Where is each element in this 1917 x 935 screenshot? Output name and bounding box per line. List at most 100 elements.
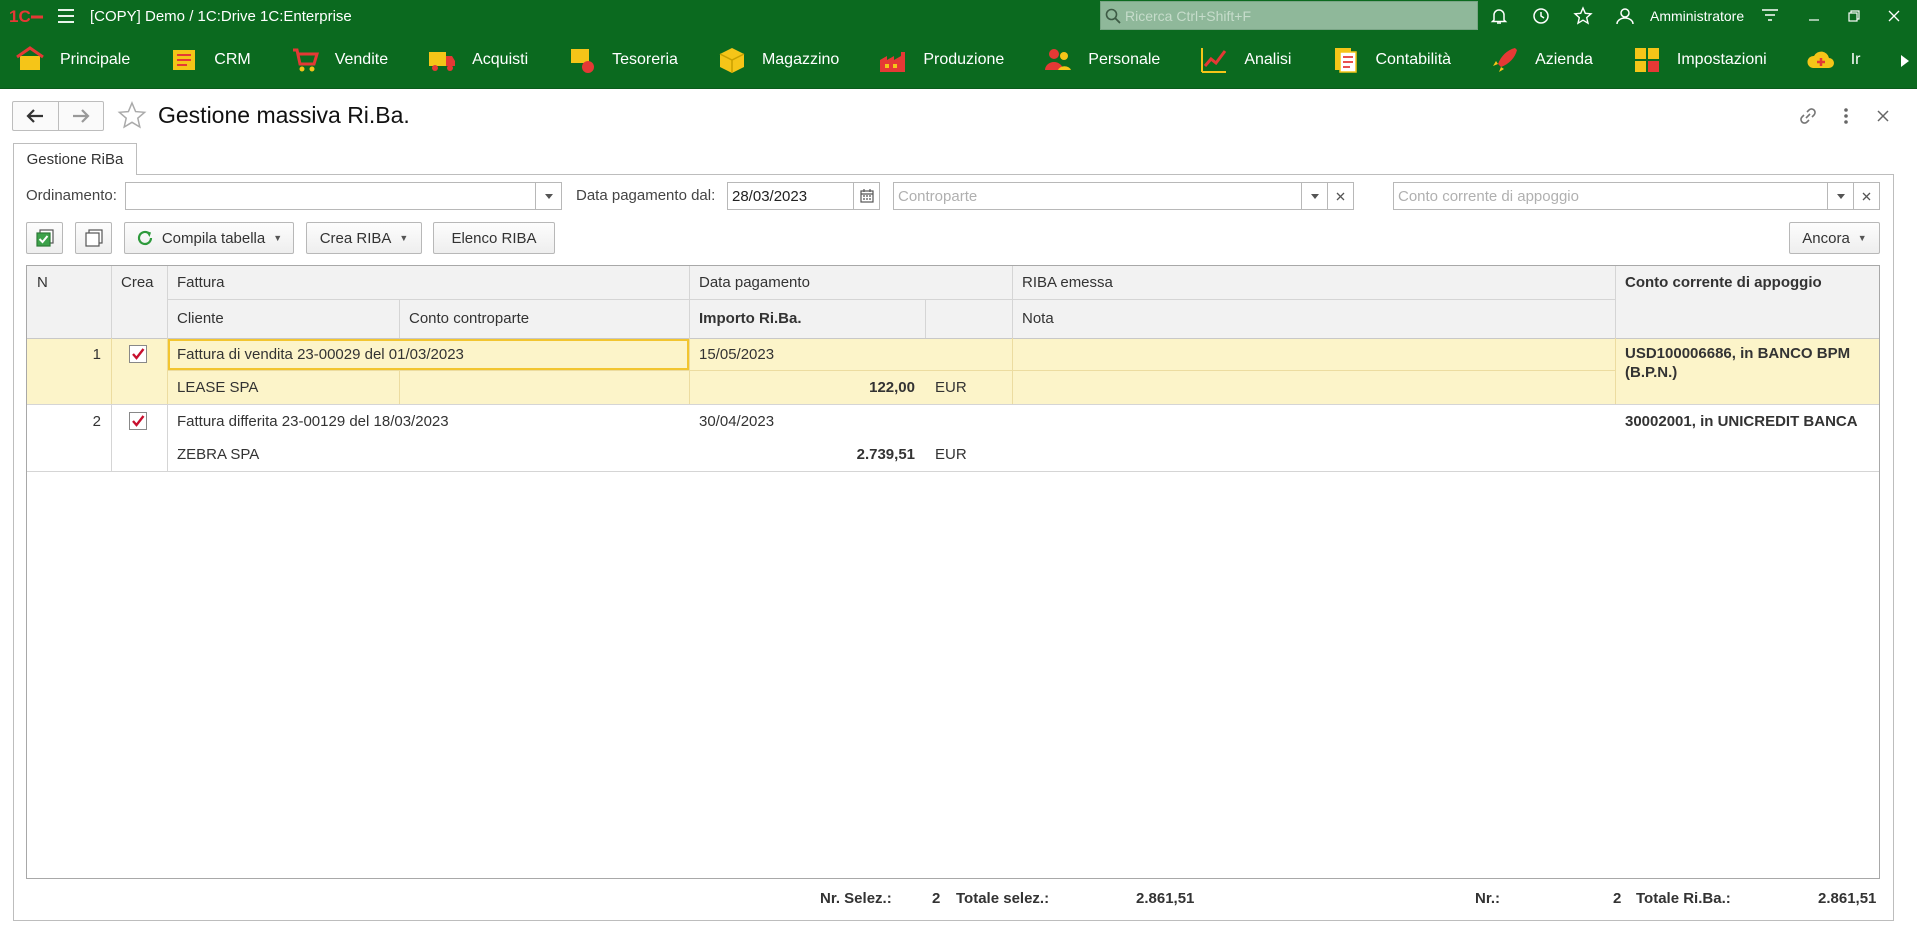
select-all-button[interactable] <box>26 222 63 254</box>
header-data-pagamento[interactable]: Data pagamento <box>699 266 810 299</box>
user-name[interactable]: Amministratore <box>1650 0 1744 32</box>
section-crm[interactable]: CRM <box>150 32 251 88</box>
row2-crea-checkbox[interactable] <box>129 412 147 430</box>
ancora-label: Ancora <box>1802 229 1850 247</box>
close-form-icon[interactable] <box>1870 103 1896 129</box>
section-label: Tesoreria <box>612 51 678 68</box>
conto-dropdown-icon[interactable] <box>1827 183 1853 209</box>
search-input[interactable] <box>1125 7 1465 24</box>
header-importo[interactable]: Importo Ri.Ba. <box>699 299 802 338</box>
controparte-clear-icon[interactable] <box>1327 183 1353 209</box>
forward-button[interactable] <box>59 102 104 130</box>
section-ir[interactable]: Ir <box>1787 32 1861 88</box>
section-magazzino[interactable]: Magazzino <box>698 32 840 88</box>
row2-valuta: EUR <box>935 446 967 463</box>
user-icon[interactable] <box>1607 0 1643 32</box>
history-icon[interactable] <box>1523 0 1559 32</box>
section-impostazioni[interactable]: Impostazioni <box>1613 32 1767 88</box>
section-label: Magazzino <box>761 51 840 68</box>
header-riba-emessa[interactable]: RIBA emessa <box>1022 266 1113 299</box>
ordinamento-field[interactable] <box>125 182 562 210</box>
global-search[interactable] <box>1100 1 1478 30</box>
section-label: Acquisti <box>472 51 529 68</box>
section-analisi[interactable]: Analisi <box>1180 32 1291 88</box>
section-personale[interactable]: Personale <box>1024 32 1160 88</box>
row1-fattura[interactable]: Fattura di vendita 23-00029 del 01/03/20… <box>177 338 464 371</box>
main-menu-icon[interactable] <box>52 0 80 32</box>
section-azienda[interactable]: Azienda <box>1471 32 1593 88</box>
header-conto-appoggio[interactable]: Conto corrente di appoggio <box>1625 266 1822 299</box>
header-crea[interactable]: Crea <box>121 266 154 299</box>
row1-conto[interactable]: USD100006686, in BANCO BPM (B.P.N.) <box>1625 344 1875 382</box>
section-produzione[interactable]: Produzione <box>859 32 1004 88</box>
row2-cliente[interactable]: ZEBRA SPA <box>177 438 259 471</box>
header-n[interactable]: N <box>37 266 48 299</box>
link-icon[interactable] <box>1795 103 1821 129</box>
section-label: Impostazioni <box>1676 51 1767 68</box>
riba-table[interactable]: N Crea Fattura Data pagamento RIBA emess… <box>26 265 1880 879</box>
ordinamento-input[interactable] <box>126 183 535 209</box>
section-tesoreria[interactable]: Tesoreria <box>548 32 678 88</box>
minimize-icon[interactable] <box>1796 0 1832 32</box>
data-pagamento-input[interactable] <box>728 183 853 209</box>
row2-importo[interactable]: 2.739,51 <box>699 438 915 471</box>
settings-menu-icon[interactable] <box>1752 0 1788 32</box>
navigation-buttons <box>12 101 104 131</box>
more-options-icon[interactable] <box>1833 103 1859 129</box>
totale-riba-value: 2.861,51 <box>1818 890 1877 907</box>
window-title: [COPY] Demo / 1C:Drive 1C:Enterprise <box>90 7 352 25</box>
row1-valuta: EUR <box>935 379 967 396</box>
row2-data-pagamento[interactable]: 30/04/2023 <box>699 405 774 438</box>
elenco-riba-button[interactable]: Elenco RIBA <box>433 222 555 254</box>
row2-conto[interactable]: 30002001, in UNICREDIT BANCA <box>1625 405 1858 438</box>
treasury-icon <box>566 44 598 76</box>
back-button[interactable] <box>13 102 59 130</box>
controparte-dropdown-icon[interactable] <box>1301 183 1327 209</box>
add-favorite-star-icon[interactable] <box>116 100 148 132</box>
section-vendite[interactable]: Vendite <box>271 32 388 88</box>
conto-appoggio-input[interactable] <box>1394 183 1827 209</box>
form-title: Gestione massiva Ri.Ba. <box>158 102 410 128</box>
check-all-icon <box>35 229 54 247</box>
svg-text:1С: 1С <box>9 7 31 25</box>
ancora-button[interactable]: Ancora ▼ <box>1789 222 1880 254</box>
ordinamento-dropdown-icon[interactable] <box>535 183 561 209</box>
header-fattura[interactable]: Fattura <box>177 266 225 299</box>
crm-icon <box>168 44 200 76</box>
totale-selez-label: Totale selez.: <box>956 890 1050 907</box>
favorites-star-icon[interactable] <box>1565 0 1601 32</box>
rocket-icon <box>1489 44 1521 76</box>
header-nota[interactable]: Nota <box>1022 299 1054 338</box>
row1-cliente[interactable]: LEASE SPA <box>177 371 258 404</box>
section-label: Principale <box>60 51 131 68</box>
cart-icon <box>289 44 321 76</box>
crea-riba-button[interactable]: Crea RIBA ▼ <box>306 222 422 254</box>
section-label: Contabilità <box>1375 51 1452 68</box>
controparte-input[interactable] <box>894 183 1301 209</box>
sections-scroll-right-icon[interactable] <box>1893 32 1917 88</box>
restore-icon[interactable] <box>1836 0 1872 32</box>
section-contabilit-[interactable]: Contabilità <box>1311 32 1452 88</box>
deselect-all-button[interactable] <box>75 222 112 254</box>
conto-appoggio-field[interactable] <box>1393 182 1880 210</box>
tab-gestione-riba[interactable]: Gestione RiBa <box>13 143 137 175</box>
bell-icon[interactable] <box>1481 0 1517 32</box>
ledger-icon <box>1329 44 1361 76</box>
row2-fattura[interactable]: Fattura differita 23-00129 del 18/03/202… <box>177 405 449 438</box>
row2-n: 2 <box>92 413 101 430</box>
section-acquisti[interactable]: Acquisti <box>408 32 529 88</box>
controparte-field[interactable] <box>893 182 1354 210</box>
header-conto-controparte[interactable]: Conto controparte <box>409 299 529 338</box>
totale-riba-label: Totale Ri.Ba.: <box>1636 890 1731 907</box>
section-principale[interactable]: Principale <box>0 32 131 88</box>
calendar-icon[interactable] <box>853 183 879 209</box>
compila-tabella-button[interactable]: Compila tabella ▼ <box>124 222 294 254</box>
row1-crea-checkbox[interactable] <box>129 345 147 363</box>
ancora-dropdown-icon: ▼ <box>1857 233 1867 243</box>
conto-clear-icon[interactable] <box>1853 183 1879 209</box>
row1-data-pagamento[interactable]: 15/05/2023 <box>699 338 774 371</box>
close-window-icon[interactable] <box>1876 0 1912 32</box>
header-cliente[interactable]: Cliente <box>177 299 224 338</box>
data-pagamento-field[interactable] <box>727 182 880 210</box>
row1-importo[interactable]: 122,00 <box>699 371 915 404</box>
